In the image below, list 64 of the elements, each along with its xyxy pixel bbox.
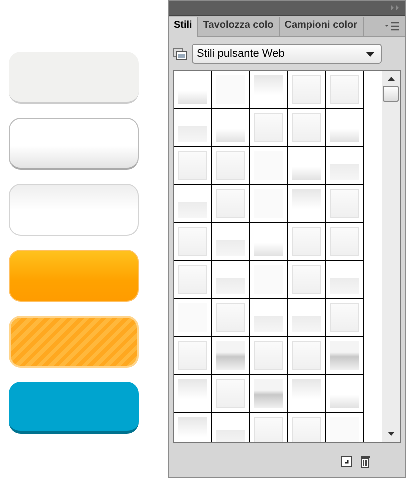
style-swatch[interactable] xyxy=(250,71,287,108)
style-swatch[interactable] xyxy=(250,261,287,298)
style-swatch[interactable] xyxy=(326,109,363,146)
scroll-down-icon[interactable] xyxy=(388,432,394,436)
new-style-icon[interactable] xyxy=(341,456,352,466)
style-swatch[interactable] xyxy=(288,109,325,146)
preset-dropdown[interactable]: Stili pulsante Web xyxy=(192,44,382,64)
style-swatch[interactable] xyxy=(326,261,363,298)
style-swatch[interactable] xyxy=(326,147,363,184)
style-swatch[interactable] xyxy=(250,147,287,184)
style-swatch[interactable] xyxy=(288,223,325,260)
style-swatch[interactable] xyxy=(288,147,325,184)
style-swatch[interactable] xyxy=(174,299,211,336)
style-swatch[interactable] xyxy=(326,185,363,222)
style-swatch[interactable] xyxy=(250,109,287,146)
style-swatch[interactable] xyxy=(212,71,249,108)
style-swatch[interactable] xyxy=(212,185,249,222)
style-swatch[interactable] xyxy=(174,375,211,412)
style-swatch[interactable] xyxy=(212,223,249,260)
style-swatch[interactable] xyxy=(250,299,287,336)
trash-icon[interactable] xyxy=(360,454,371,468)
style-swatch[interactable] xyxy=(326,337,363,374)
style-swatch[interactable] xyxy=(250,223,287,260)
style-swatch[interactable] xyxy=(212,413,249,442)
style-swatch[interactable] xyxy=(326,375,363,412)
style-swatch[interactable] xyxy=(174,109,211,146)
style-swatch[interactable] xyxy=(288,299,325,336)
scroll-thumb[interactable] xyxy=(383,86,399,102)
style-swatch[interactable] xyxy=(212,109,249,146)
style-swatch[interactable] xyxy=(288,71,325,108)
panel-tab[interactable]: Tavolozza colo xyxy=(198,17,280,36)
panel-tab[interactable]: Campioni color xyxy=(280,17,364,36)
style-swatch[interactable] xyxy=(212,337,249,374)
menu-icon[interactable] xyxy=(385,22,399,31)
style-swatch[interactable] xyxy=(250,413,287,442)
style-swatch[interactable] xyxy=(212,147,249,184)
style-swatch[interactable] xyxy=(326,71,363,108)
style-swatch[interactable] xyxy=(288,185,325,222)
scrollbar[interactable] xyxy=(382,71,400,442)
style-swatch[interactable] xyxy=(174,185,211,222)
style-swatch[interactable] xyxy=(212,299,249,336)
style-swatch[interactable] xyxy=(212,261,249,298)
caret-icon xyxy=(366,52,375,56)
style-swatch[interactable] xyxy=(174,337,211,374)
style-swatch[interactable] xyxy=(250,337,287,374)
library-icon[interactable] xyxy=(173,48,187,60)
collapse-icon[interactable] xyxy=(391,5,400,11)
style-swatch[interactable] xyxy=(174,223,211,260)
style-swatch[interactable] xyxy=(250,375,287,412)
style-swatch[interactable] xyxy=(174,261,211,298)
style-swatch[interactable] xyxy=(174,71,211,108)
style-swatch[interactable] xyxy=(326,299,363,336)
style-swatch[interactable] xyxy=(288,413,325,442)
style-swatch[interactable] xyxy=(212,375,249,412)
style-swatch[interactable] xyxy=(288,261,325,298)
style-swatch[interactable] xyxy=(250,185,287,222)
style-swatch[interactable] xyxy=(288,375,325,412)
style-swatch[interactable] xyxy=(326,223,363,260)
style-swatch[interactable] xyxy=(174,147,211,184)
style-swatch[interactable] xyxy=(174,413,211,442)
scroll-up-icon[interactable] xyxy=(388,77,394,81)
style-swatch[interactable] xyxy=(326,413,363,442)
panel-tab[interactable]: Stili xyxy=(169,17,198,37)
style-swatch[interactable] xyxy=(288,337,325,374)
